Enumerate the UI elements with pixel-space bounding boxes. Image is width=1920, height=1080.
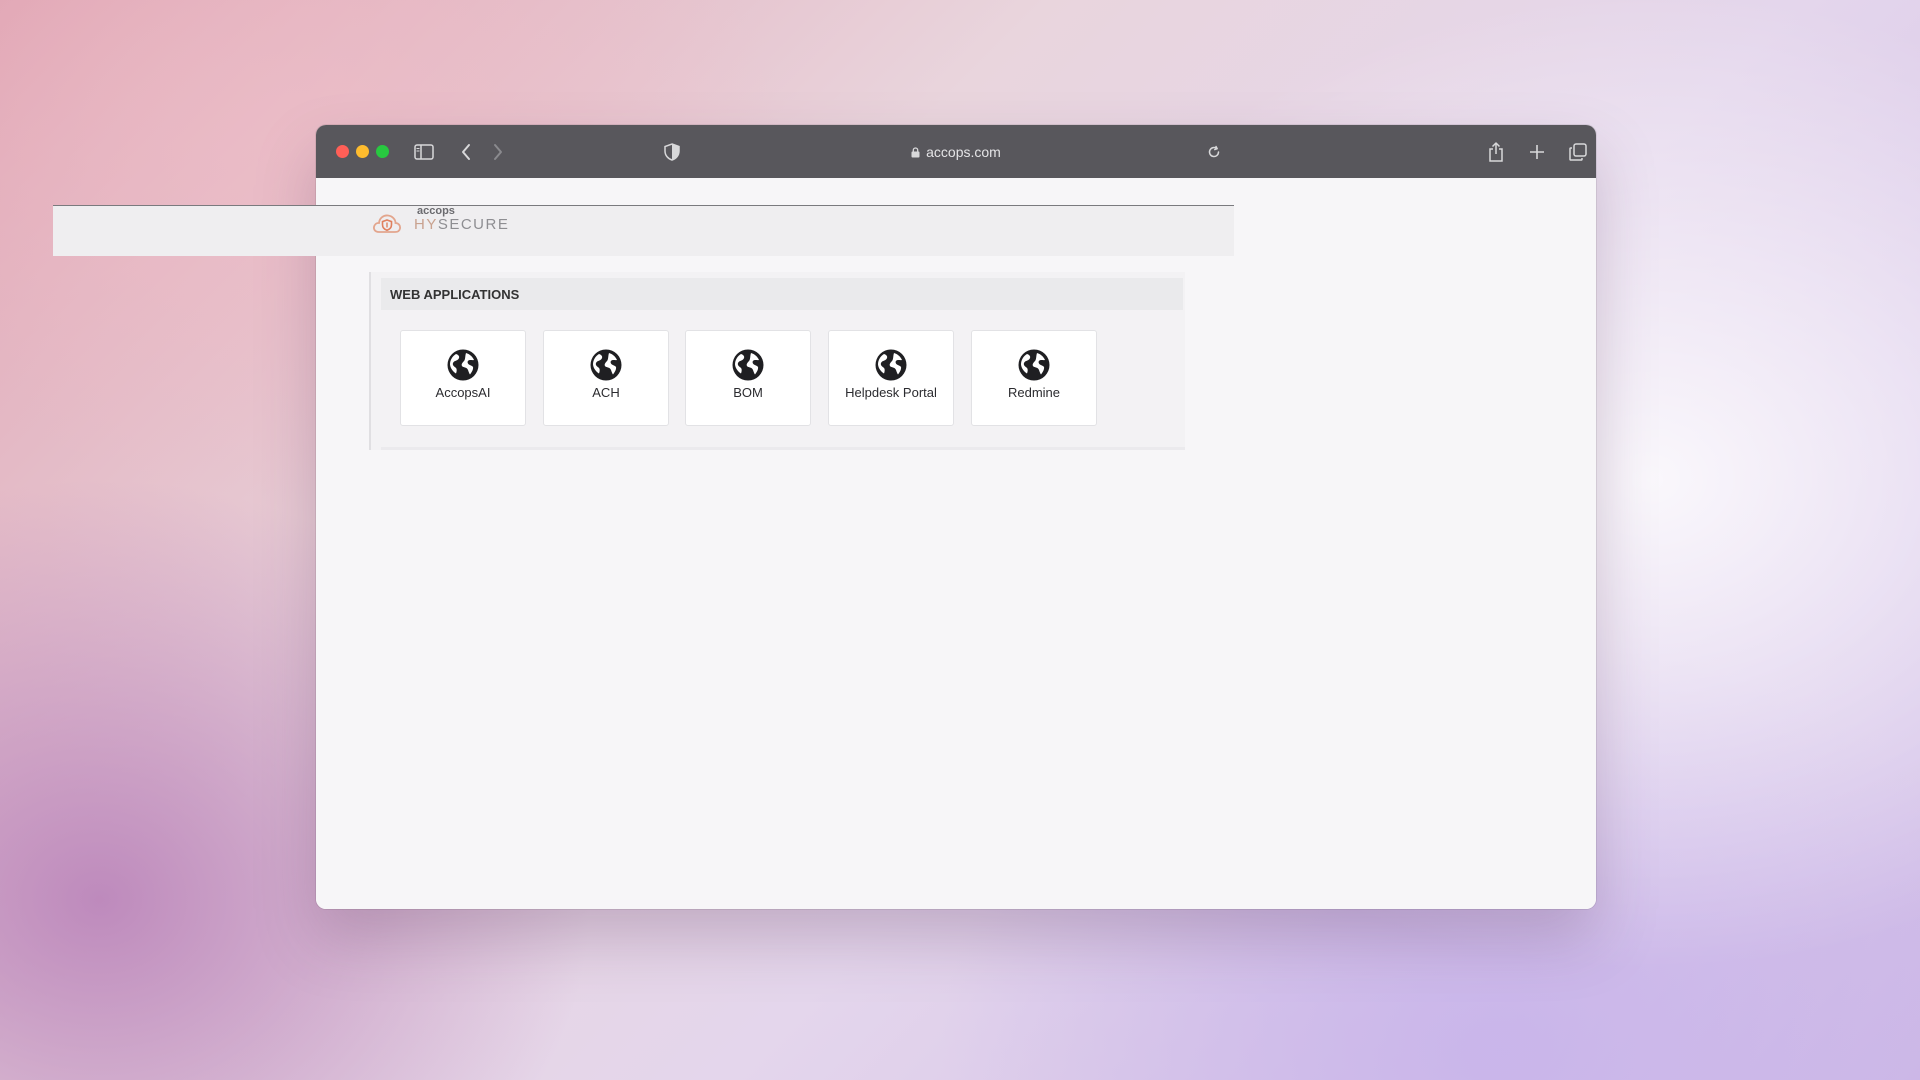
- globe-icon: [590, 349, 622, 381]
- logo-prefix: HY: [414, 216, 438, 233]
- app-tile-label: BOM: [733, 385, 763, 400]
- globe-icon: [732, 349, 764, 381]
- app-header: [53, 206, 1234, 256]
- panel-title: WEB APPLICATIONS: [381, 278, 1183, 310]
- globe-icon: [447, 349, 479, 381]
- back-icon[interactable]: [454, 140, 478, 164]
- close-window-button[interactable]: [336, 145, 349, 158]
- forward-icon[interactable]: [486, 140, 510, 164]
- app-tile-helpdesk-portal[interactable]: Helpdesk Portal: [828, 330, 954, 426]
- address-bar[interactable]: accops.com: [856, 142, 1056, 162]
- web-applications-panel: WEB APPLICATIONS AccopsAI ACH BOM Helpde…: [369, 272, 1185, 450]
- globe-icon: [1018, 349, 1050, 381]
- shield-icon[interactable]: [660, 140, 684, 164]
- app-tile-label: ACH: [592, 385, 620, 400]
- app-tile-ach[interactable]: ACH: [543, 330, 669, 426]
- globe-icon: [875, 349, 907, 381]
- reload-icon[interactable]: [1202, 140, 1226, 164]
- app-tile-label: AccopsAI: [435, 385, 491, 400]
- app-tile-label: Redmine: [1007, 385, 1061, 400]
- sidebar-icon[interactable]: [412, 140, 436, 164]
- share-icon[interactable]: [1484, 140, 1508, 164]
- minimize-window-button[interactable]: [356, 145, 369, 158]
- logo-product-name: HYSECURE: [414, 216, 509, 233]
- lock-icon: [911, 146, 920, 157]
- tabs-overview-icon[interactable]: [1566, 140, 1590, 164]
- app-tile-accopsai[interactable]: AccopsAI: [400, 330, 526, 426]
- panel-bottom-border: [381, 447, 1185, 450]
- app-tile-redmine[interactable]: Redmine: [971, 330, 1097, 426]
- browser-toolbar: accops.com: [316, 125, 1596, 178]
- app-tile-bom[interactable]: BOM: [685, 330, 811, 426]
- logo-suffix: SECURE: [437, 216, 510, 233]
- cloud-shield-logo-icon: [373, 214, 401, 233]
- url-text: accops.com: [926, 144, 1001, 160]
- new-tab-icon[interactable]: [1525, 140, 1549, 164]
- app-tile-label: Helpdesk Portal: [845, 385, 937, 400]
- zoom-window-button[interactable]: [376, 145, 389, 158]
